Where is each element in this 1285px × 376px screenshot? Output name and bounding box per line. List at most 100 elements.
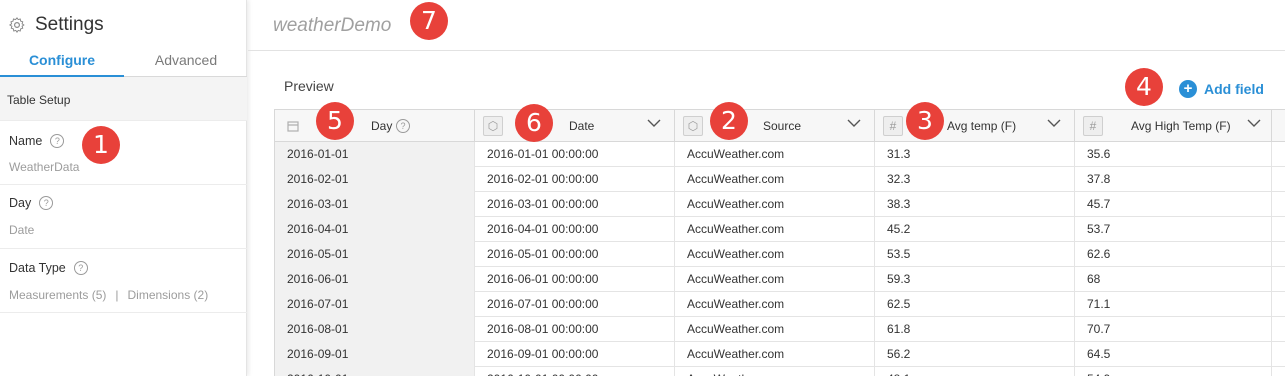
app-title[interactable]: weatherDemo xyxy=(273,15,391,37)
name-field[interactable]: Name ? WeatherData xyxy=(0,121,247,185)
data-type-field: Data Type ? Measurements (5) | Dimension… xyxy=(0,249,247,313)
table-row[interactable]: 2016-04-01 2016-04-01 00:00:00 AccuWeath… xyxy=(274,217,1285,242)
table-cell: 2016-02-01 xyxy=(274,167,475,192)
dimensions-link[interactable]: Dimensions (2) xyxy=(128,288,209,302)
chevron-down-icon[interactable] xyxy=(1247,116,1261,130)
column-header-day[interactable]: Day ? xyxy=(275,110,475,141)
table-cell xyxy=(1272,292,1285,317)
callout-badge: 7 xyxy=(410,2,448,40)
table-cell: AccuWeather.com xyxy=(675,367,875,376)
table-cell: 32.3 xyxy=(875,167,1075,192)
table-cell: 54.9 xyxy=(1075,367,1272,376)
table-header: Day ? ⬡ Date ⬡ Source # Avg temp (F) # A… xyxy=(274,109,1285,142)
tab-configure[interactable]: Configure xyxy=(0,46,124,77)
table-cell: AccuWeather.com xyxy=(675,317,875,342)
day-value[interactable]: Date xyxy=(9,223,34,237)
day-field[interactable]: Day ? Date xyxy=(0,185,247,249)
table-cell xyxy=(1272,192,1285,217)
table-cell: 61.8 xyxy=(875,317,1075,342)
table-cell: 2016-02-01 00:00:00 xyxy=(475,167,675,192)
hash-icon: # xyxy=(1083,116,1103,136)
table-cell: 45.2 xyxy=(875,217,1075,242)
column-header-date[interactable]: ⬡ Date xyxy=(475,110,675,141)
settings-sidebar: Settings Configure Advanced Table Setup … xyxy=(0,0,247,376)
table-cell xyxy=(1272,242,1285,267)
table-cell: 38.3 xyxy=(875,192,1075,217)
table-cell xyxy=(1272,267,1285,292)
separator: | xyxy=(115,288,119,302)
table-cell: 2016-10-01 xyxy=(274,367,475,376)
table-row[interactable]: 2016-08-01 2016-08-01 00:00:00 AccuWeath… xyxy=(274,317,1285,342)
chevron-down-icon[interactable] xyxy=(1047,116,1061,130)
table-cell: 2016-09-01 xyxy=(274,342,475,367)
table-row[interactable]: 2016-07-01 2016-07-01 00:00:00 AccuWeath… xyxy=(274,292,1285,317)
table-cell: 48.1 xyxy=(875,367,1075,376)
table-cell xyxy=(1272,167,1285,192)
table-cell: 2016-09-01 00:00:00 xyxy=(475,342,675,367)
table-cell: 2016-05-01 00:00:00 xyxy=(475,242,675,267)
day-label: Day xyxy=(9,196,32,210)
plus-icon: + xyxy=(1179,80,1197,98)
preview-label: Preview xyxy=(284,78,334,94)
table-row[interactable]: 2016-01-01 2016-01-01 00:00:00 AccuWeath… xyxy=(274,142,1285,167)
column-header-source[interactable]: ⬡ Source xyxy=(675,110,875,141)
table-row[interactable]: 2016-03-01 2016-03-01 00:00:00 AccuWeath… xyxy=(274,192,1285,217)
cube-icon: ⬡ xyxy=(683,116,703,136)
help-icon[interactable]: ? xyxy=(50,134,65,148)
add-field-button[interactable]: + Add field xyxy=(1179,80,1264,98)
tab-advanced[interactable]: Advanced xyxy=(124,46,248,77)
table-row[interactable]: 2016-10-01 2016-10-01 00:00:00 AccuWeath… xyxy=(274,367,1285,376)
calendar-icon xyxy=(283,116,303,136)
table-cell: AccuWeather.com xyxy=(675,342,875,367)
table-cell xyxy=(1272,317,1285,342)
top-bar: weatherDemo xyxy=(248,0,1285,51)
data-type-label: Data Type xyxy=(9,261,66,275)
table-cell: AccuWeather.com xyxy=(675,192,875,217)
column-header-avg-temp[interactable]: # Avg temp (F) xyxy=(875,110,1075,141)
table-row[interactable]: 2016-09-01 2016-09-01 00:00:00 AccuWeath… xyxy=(274,342,1285,367)
table-cell: 35.6 xyxy=(1075,142,1272,167)
table-cell: 2016-08-01 xyxy=(274,317,475,342)
chevron-down-icon[interactable] xyxy=(647,116,661,130)
settings-tabs: Configure Advanced xyxy=(0,46,247,77)
table-cell: 62.5 xyxy=(875,292,1075,317)
help-icon[interactable]: ? xyxy=(73,261,88,275)
table-row[interactable]: 2016-05-01 2016-05-01 00:00:00 AccuWeath… xyxy=(274,242,1285,267)
measurements-link[interactable]: Measurements (5) xyxy=(9,288,106,302)
section-title: Table Setup xyxy=(7,93,71,107)
column-name: Source xyxy=(763,119,802,133)
callout-badge: 5 xyxy=(316,102,354,140)
table-cell xyxy=(1272,217,1285,242)
table-cell: 2016-03-01 xyxy=(274,192,475,217)
name-value[interactable]: WeatherData xyxy=(9,160,79,174)
help-icon[interactable]: ? xyxy=(39,196,54,210)
column-header-next[interactable] xyxy=(1272,110,1285,141)
table-row[interactable]: 2016-06-01 2016-06-01 00:00:00 AccuWeath… xyxy=(274,267,1285,292)
table-cell: 2016-07-01 00:00:00 xyxy=(475,292,675,317)
column-name: Day xyxy=(371,119,393,133)
table-cell: 31.3 xyxy=(875,142,1075,167)
table-cell: 2016-01-01 xyxy=(274,142,475,167)
table-cell xyxy=(1272,367,1285,376)
table-cell: 70.7 xyxy=(1075,317,1272,342)
table-cell: AccuWeather.com xyxy=(675,267,875,292)
table-row[interactable]: 2016-02-01 2016-02-01 00:00:00 AccuWeath… xyxy=(274,167,1285,192)
callout-badge: 2 xyxy=(710,102,748,140)
chevron-down-icon[interactable] xyxy=(847,116,861,130)
column-header-avg-high-temp[interactable]: # Avg High Temp (F) xyxy=(1075,110,1272,141)
callout-badge: 1 xyxy=(82,126,120,164)
table-cell: 53.7 xyxy=(1075,217,1272,242)
settings-title: Settings xyxy=(35,14,104,35)
table-cell xyxy=(1272,142,1285,167)
help-icon[interactable]: ? xyxy=(396,119,410,133)
table-cell: 2016-06-01 xyxy=(274,267,475,292)
callout-badge: 3 xyxy=(906,102,944,140)
add-field-label: Add field xyxy=(1204,81,1264,97)
table-cell: AccuWeather.com xyxy=(675,292,875,317)
cube-icon: ⬡ xyxy=(483,116,503,136)
table-cell: 2016-07-01 xyxy=(274,292,475,317)
table-setup-section: Table Setup xyxy=(0,77,247,121)
callout-badge: 4 xyxy=(1125,68,1163,106)
table-cell: 37.8 xyxy=(1075,167,1272,192)
hash-icon: # xyxy=(883,116,903,136)
